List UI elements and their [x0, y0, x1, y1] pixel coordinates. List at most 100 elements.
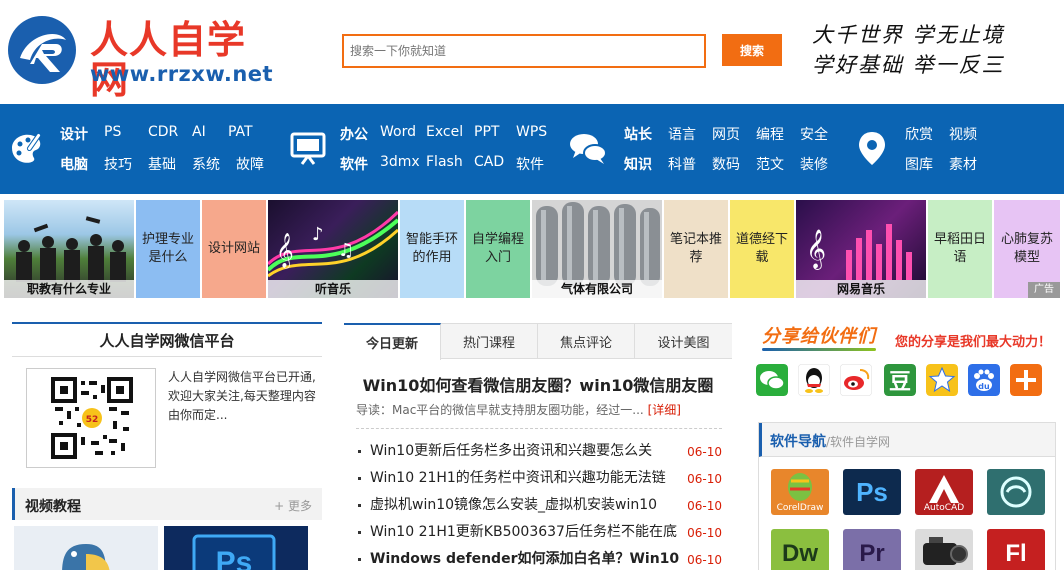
nav-link-cad[interactable]: CAD	[474, 154, 516, 174]
3dsmax-mark	[1000, 476, 1032, 508]
nav-link-essay[interactable]: 范文	[756, 154, 800, 174]
banner-tile-netease-music[interactable]: 𝄞 网易音乐	[796, 200, 926, 298]
tab-design-images[interactable]: 设计美图	[635, 324, 732, 359]
nav-link-appreciate[interactable]: 欣赏	[905, 124, 949, 144]
nav-link-knowledge[interactable]: 知识	[624, 154, 668, 174]
nav-link-decoration[interactable]: 装修	[800, 154, 844, 174]
banner-tile-laptop[interactable]: 笔记本推荐	[664, 200, 728, 298]
news-item[interactable]: Win10 21H1更新KB5003637后任务栏不能在底 06-10	[358, 521, 724, 548]
nav-link-cdr[interactable]: CDR	[148, 124, 192, 144]
nav-row-2: 知识 科普 数码 范文 装修	[624, 154, 844, 174]
news-tabs: 今日更新 热门课程 焦点评论 设计美图	[344, 323, 732, 360]
nav-link-3dmx[interactable]: 3dmx	[380, 154, 426, 174]
video-thumb-photoshop[interactable]: Ps	[164, 526, 308, 570]
nav-link-software-2[interactable]: 软件	[516, 154, 560, 174]
nav-link-digital[interactable]: 数码	[712, 154, 756, 174]
tab-today-update[interactable]: 今日更新	[344, 323, 441, 360]
news-headline[interactable]: Win10如何查看微信朋友圈？win10微信朋友圈	[344, 372, 732, 396]
news-title[interactable]: 虚拟机win10镜像怎么安装_虚拟机安装win10	[370, 494, 680, 516]
banner-text: 设计网站	[207, 241, 260, 256]
software-nav-title: 软件导航/软件自学网	[770, 431, 890, 451]
banner-caption: 职教有什么专业	[4, 280, 134, 298]
banner-tile-daodejing[interactable]: 道德经下载	[730, 200, 794, 298]
svg-text:Pr: Pr	[859, 540, 884, 567]
qq-icon[interactable]	[798, 364, 830, 396]
nav-group-media: 欣赏 视频 图库 素材	[850, 104, 1060, 194]
search-input[interactable]	[344, 36, 704, 66]
main-nav: 设计 PS CDR AI PAT 电脑 技巧 基础 系统 故障 办公 Word …	[0, 104, 1064, 194]
nav-link-word[interactable]: Word	[380, 124, 426, 144]
nav-link-fault[interactable]: 故障	[236, 154, 280, 174]
wechat-icon[interactable]	[756, 364, 788, 396]
3dsmax-icon[interactable]	[987, 469, 1045, 515]
nav-link-webpage[interactable]: 网页	[712, 124, 756, 144]
banner-tile-waseda[interactable]: 早稻田日语	[928, 200, 992, 298]
nav-link-ppt[interactable]: PPT	[474, 124, 516, 144]
news-title[interactable]: Windows defender如何添加白名单？Win10防	[370, 548, 680, 570]
nav-row-1: 站长 语言 网页 编程 安全	[624, 124, 844, 144]
flash-icon[interactable]: Fl	[987, 529, 1045, 570]
tab-focus-comments[interactable]: 焦点评论	[538, 324, 635, 359]
nav-link-software[interactable]: 软件	[340, 154, 380, 174]
banner-tile-design-site[interactable]: 设计网站	[202, 200, 266, 298]
nav-link-language[interactable]: 语言	[668, 124, 712, 144]
nav-link-webmaster[interactable]: 站长	[624, 124, 668, 144]
news-item[interactable]: Win10更新后任务栏多出资讯和兴趣要怎么关 06-10	[358, 440, 724, 467]
baidu-icon[interactable]: du	[968, 364, 1000, 396]
news-item[interactable]: Windows defender如何添加白名单？Win10防 06-10	[358, 548, 724, 570]
nav-link-science[interactable]: 科普	[668, 154, 712, 174]
nav-link-programming[interactable]: 编程	[756, 124, 800, 144]
nav-link-design[interactable]: 设计	[60, 124, 104, 144]
nav-link-security[interactable]: 安全	[800, 124, 844, 144]
nav-link-pat[interactable]: PAT	[228, 124, 272, 144]
video-more-link[interactable]: + 更多	[274, 497, 312, 514]
more-plus-icon[interactable]	[1010, 364, 1042, 396]
photoshop-mark: Ps	[856, 477, 888, 507]
banner-tile-vocational[interactable]: 职教有什么专业	[4, 200, 134, 298]
nav-link-gallery[interactable]: 图库	[905, 154, 949, 174]
banner-tile-programming[interactable]: 自学编程入门	[466, 200, 530, 298]
banner-tile-smart-band[interactable]: 智能手环的作用	[400, 200, 464, 298]
svg-text:52: 52	[86, 415, 99, 425]
camcorder-icon[interactable]	[915, 529, 973, 570]
nav-link-tips[interactable]: 技巧	[104, 154, 148, 174]
nav-link-basics[interactable]: 基础	[148, 154, 192, 174]
coreldraw-icon[interactable]: CorelDraw	[771, 469, 829, 515]
video-thumb-python[interactable]	[14, 526, 158, 570]
douban-icon[interactable]: 豆	[884, 364, 916, 396]
nav-link-wps[interactable]: WPS	[516, 124, 560, 144]
nav-link-office[interactable]: 办公	[340, 124, 380, 144]
site-logo[interactable]: 人人自学网 www.rrzxw.net	[6, 12, 276, 100]
dreamweaver-icon[interactable]: Dw	[771, 529, 829, 570]
qzone-icon[interactable]	[926, 364, 958, 396]
search-button[interactable]: 搜索	[722, 34, 782, 66]
nav-link-video[interactable]: 视频	[949, 124, 993, 144]
nav-link-flash[interactable]: Flash	[426, 154, 474, 174]
news-item[interactable]: Win10 21H1的任务栏中资讯和兴趣功能无法链 06-10	[358, 467, 724, 494]
premiere-icon[interactable]: Pr	[843, 529, 901, 570]
nav-link-material[interactable]: 素材	[949, 154, 993, 174]
weibo-icon[interactable]	[840, 364, 872, 396]
news-item[interactable]: 虚拟机win10镜像怎么安装_虚拟机安装win10 06-10	[358, 494, 724, 521]
nav-link-ps[interactable]: PS	[104, 124, 148, 144]
banner-tile-gas-company[interactable]: 气体有限公司	[532, 200, 662, 298]
share-note: 您的分享是我们最大动力！	[895, 335, 1052, 350]
news-title[interactable]: Win10 21H1的任务栏中资讯和兴趣功能无法链	[370, 467, 680, 489]
nav-link-system[interactable]: 系统	[192, 154, 236, 174]
banner-tile-cpr[interactable]: 心肺复苏模型 广告	[994, 200, 1060, 298]
qr-code-icon: 52	[51, 377, 133, 459]
nav-link-ai[interactable]: AI	[192, 124, 228, 144]
news-title[interactable]: Win10更新后任务栏多出资讯和兴趣要怎么关	[370, 440, 680, 462]
nav-row-2: 图库 素材	[905, 154, 993, 174]
nav-link-computer[interactable]: 电脑	[60, 154, 104, 174]
banner-tile-nursing[interactable]: 护理专业是什么	[136, 200, 200, 298]
banner-caption: 听音乐	[268, 280, 398, 298]
autocad-icon[interactable]: AutoCAD	[915, 469, 973, 515]
photoshop-icon[interactable]: Ps	[843, 469, 901, 515]
nav-link-excel[interactable]: Excel	[426, 124, 474, 144]
banner-tile-music[interactable]: 𝄞 ♪ ♫ 听音乐	[268, 200, 398, 298]
logo-chinese-text: 人人自学网	[90, 18, 247, 102]
tab-hot-courses[interactable]: 热门课程	[441, 324, 538, 359]
detail-link[interactable]: [详细]	[648, 403, 681, 417]
news-title[interactable]: Win10 21H1更新KB5003637后任务栏不能在底	[370, 521, 680, 543]
